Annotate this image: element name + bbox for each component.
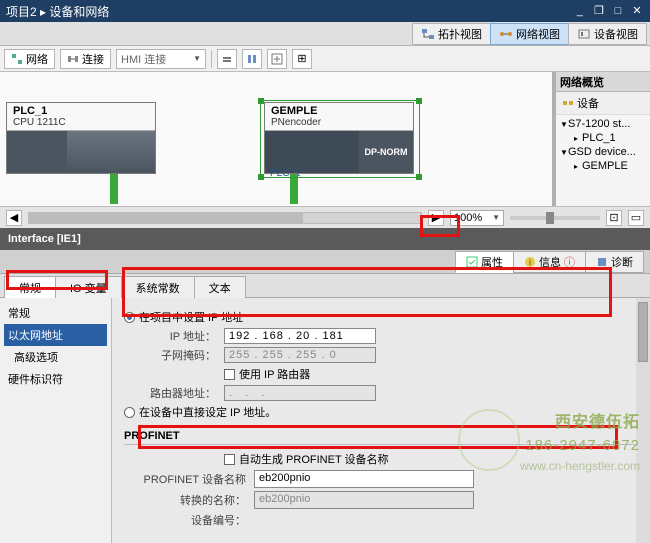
detail-tab-bar: 属性 i 信息 ⓘ 诊断: [0, 250, 650, 274]
zoom-field[interactable]: 100%▼: [450, 210, 504, 226]
radio-ip-from-device-row[interactable]: 在设备中直接设定 IP 地址。: [124, 404, 638, 420]
device-tree: ▼S7-1200 st... ▸PLC_1 ▼GSD device... ▸GE…: [556, 115, 650, 175]
zoom-thumb[interactable]: [546, 212, 554, 224]
router-address-label: 路由器地址：: [124, 385, 224, 401]
net-icon: [11, 53, 23, 65]
router-address-field: . . .: [224, 385, 376, 401]
separator: [211, 50, 212, 68]
profinet-header: PROFINET: [124, 430, 638, 445]
radio-ip-in-project[interactable]: [124, 312, 135, 323]
chevron-down-icon: ▼: [193, 54, 201, 63]
tab-info[interactable]: i 信息 ⓘ: [513, 251, 586, 273]
radio-ip-from-device[interactable]: [124, 407, 135, 418]
zoom-tool-icon[interactable]: ⊡: [606, 210, 622, 226]
zoom-fit-icon[interactable]: [267, 49, 287, 69]
tab-sys-const[interactable]: 系统常数: [121, 276, 195, 298]
property-nav: 常规 以太网地址 高级选项 硬件标识符: [0, 298, 112, 543]
tab-device-view[interactable]: 设备视图: [568, 23, 647, 45]
port-plc[interactable]: [110, 174, 118, 204]
device-plc-header: PLC_1 CPU 1211C: [7, 103, 155, 131]
network-overview-panel: 网络概览 设备 ▼S7-1200 st... ▸PLC_1 ▼GSD devic…: [552, 72, 650, 206]
svg-text:i: i: [529, 258, 531, 267]
content-tab-bar: 常规 IO 变量 系统常数 文本: [0, 274, 650, 298]
selection-box: [260, 100, 420, 178]
auto-name-checkbox[interactable]: [224, 454, 235, 465]
device-name-label: PROFINET 设备名称: [124, 471, 254, 487]
nav-advanced[interactable]: 高级选项: [4, 346, 107, 368]
interface-header: Interface [IE1]: [0, 228, 650, 250]
layout-icon[interactable]: ⊞: [292, 49, 312, 69]
minimize-icon[interactable]: _: [573, 5, 587, 17]
zoom-fit-icon[interactable]: ▭: [628, 210, 644, 226]
scrollbar-thumb[interactable]: [638, 302, 648, 362]
maximize-icon[interactable]: □: [611, 5, 625, 17]
network-canvas[interactable]: PLC_1 CPU 1211C GEMPLE PNencoder DP-NORM…: [0, 72, 552, 206]
topology-icon: [421, 28, 435, 40]
connect-icon: [67, 53, 79, 65]
tool-icon-1[interactable]: [217, 49, 237, 69]
network-toolbar: 网络 连接 HMI 连接 ▼ ⊞: [0, 46, 650, 72]
hmi-connection-dropdown[interactable]: HMI 连接 ▼: [116, 49, 206, 69]
device-plc-body: [7, 131, 155, 173]
tree-gsd-node[interactable]: ▼GSD device...: [560, 145, 646, 159]
use-router-checkbox[interactable]: [224, 369, 235, 380]
tree-plc1-node[interactable]: ▸PLC_1: [560, 131, 646, 145]
port-encoder[interactable]: [290, 174, 298, 204]
device-column-header[interactable]: 设备: [556, 92, 650, 115]
device-col-icon: [562, 97, 574, 109]
scroll-right-icon[interactable]: ▶: [428, 210, 444, 226]
tree-gemple-node[interactable]: ▸GEMPLE: [560, 159, 646, 173]
connect-button[interactable]: 连接: [60, 49, 111, 69]
ip-address-label: IP 地址：: [124, 328, 224, 344]
property-body: 常规 以太网地址 高级选项 硬件标识符 在项目中设置 IP 地址 IP 地址： …: [0, 298, 650, 543]
device-name-field[interactable]: eb200pnio: [254, 470, 474, 488]
nav-hw-id[interactable]: 硬件标识符: [4, 368, 107, 390]
tool-icon-2[interactable]: [242, 49, 262, 69]
info-icon: i: [524, 256, 536, 268]
device-number-label: 设备编号：: [124, 512, 254, 528]
window-titlebar: 项目2 ▸ 设备和网络 _ ❐ □ ✕: [0, 0, 650, 22]
converted-name-label: 转换的名称：: [124, 492, 254, 508]
tab-general[interactable]: 常规: [4, 276, 56, 298]
converted-name-field: eb200pnio: [254, 491, 474, 509]
device-icon: [577, 28, 591, 40]
network-icon: [499, 28, 513, 40]
properties-icon: [466, 256, 478, 268]
close-icon[interactable]: ✕: [630, 5, 644, 17]
subnet-mask-field: 255 . 255 . 255 . 0: [224, 347, 376, 363]
tree-s7-node[interactable]: ▼S7-1200 st...: [560, 117, 646, 131]
zoom-bar: ◀ ▶ 100%▼ ⊡ ▭: [0, 206, 650, 228]
tab-io-vars[interactable]: IO 变量: [55, 276, 122, 298]
tab-diagnostics[interactable]: 诊断: [585, 251, 644, 273]
tab-properties[interactable]: 属性: [455, 251, 514, 273]
tab-topology-view[interactable]: 拓扑视图: [412, 23, 491, 45]
h-scrollbar[interactable]: [28, 212, 422, 224]
main-area: PLC_1 CPU 1211C GEMPLE PNencoder DP-NORM…: [0, 72, 650, 206]
zoom-slider[interactable]: [510, 216, 600, 220]
device-plc[interactable]: PLC_1 CPU 1211C: [6, 102, 156, 174]
tab-text[interactable]: 文本: [194, 276, 246, 298]
ip-address-field[interactable]: 192 . 168 . 20 . 181: [224, 328, 376, 344]
window-title: 项目2 ▸ 设备和网络: [6, 3, 571, 20]
property-main: 在项目中设置 IP 地址 IP 地址： 192 . 168 . 20 . 181…: [112, 298, 650, 543]
auto-name-row[interactable]: 自动生成 PROFINET 设备名称: [124, 451, 638, 467]
tab-network-view[interactable]: 网络视图: [490, 23, 569, 45]
network-button[interactable]: 网络: [4, 49, 55, 69]
nav-general[interactable]: 常规: [4, 302, 107, 324]
use-router-row[interactable]: 使用 IP 路由器: [124, 366, 638, 382]
scroll-left-icon[interactable]: ◀: [6, 210, 22, 226]
window-controls: _ ❐ □ ✕: [571, 5, 644, 17]
nav-ethernet-address[interactable]: 以太网地址: [4, 324, 107, 346]
view-tab-bar: 拓扑视图 网络视图 设备视图: [0, 22, 650, 46]
diagnostics-icon: [596, 256, 608, 268]
overview-header: 网络概览: [556, 72, 650, 92]
subnet-mask-label: 子网掩码：: [124, 347, 224, 363]
v-scrollbar[interactable]: [636, 298, 650, 543]
radio-ip-in-project-row[interactable]: 在项目中设置 IP 地址: [124, 309, 638, 325]
restore-icon[interactable]: ❐: [592, 5, 606, 17]
